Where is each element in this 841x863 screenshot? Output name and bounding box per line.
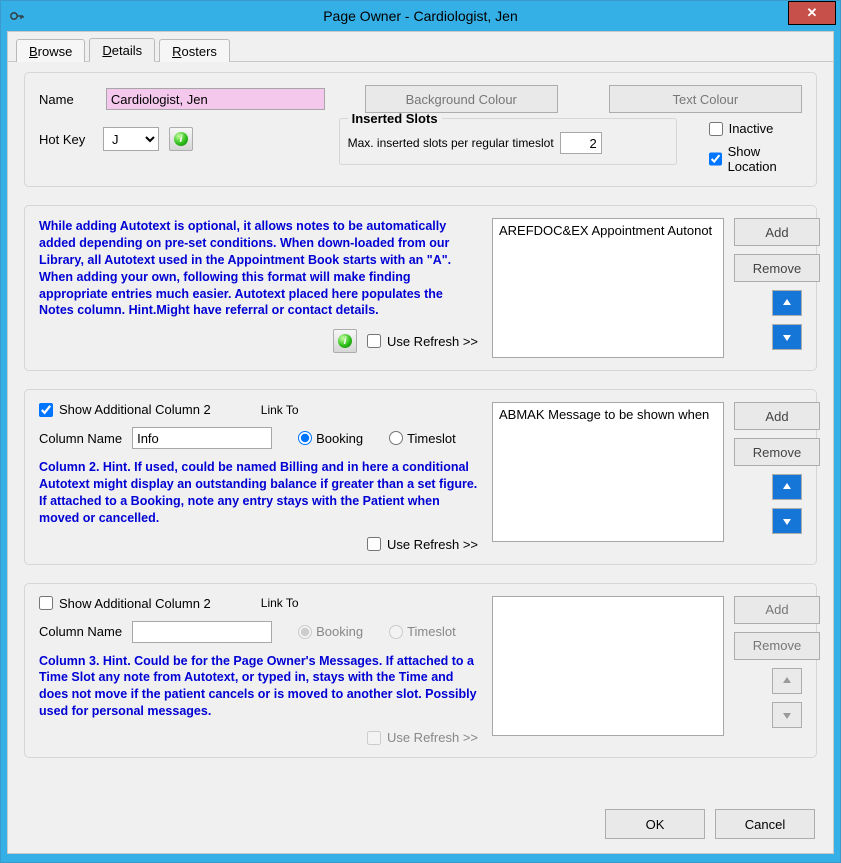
group-basic: Name Background Colour Text Colour Hot K…: [24, 72, 817, 187]
inserted-slots-text: Max. inserted slots per regular timeslot: [348, 136, 554, 150]
autotext-remove-button[interactable]: Remove: [734, 254, 820, 282]
col3-listbox[interactable]: [492, 596, 724, 736]
autotext-listbox[interactable]: AREFDOC&EX Appointment Autonot: [492, 218, 724, 358]
hotkey-info-icon[interactable]: [169, 127, 193, 151]
col2-columnname-label: Column Name: [39, 431, 122, 446]
inserted-slots-legend: Inserted Slots: [348, 111, 442, 126]
inactive-checkbox[interactable]: Inactive: [709, 121, 802, 136]
col2-move-up-button[interactable]: [772, 474, 802, 500]
background-colour-button[interactable]: Background Colour: [365, 85, 558, 113]
name-input[interactable]: [106, 88, 325, 110]
autotext-info-icon[interactable]: [333, 329, 357, 353]
title-bar: Page Owner - Cardiologist, Jen ✕: [1, 1, 840, 31]
group-column2: Show Additional Column 2 Link To Column …: [24, 389, 817, 565]
ok-button[interactable]: OK: [605, 809, 705, 839]
autotext-add-button[interactable]: Add: [734, 218, 820, 246]
col2-show-checkbox[interactable]: Show Additional Column 2: [39, 402, 211, 417]
tab-rosters[interactable]: Rosters: [159, 39, 230, 62]
window-title: Page Owner - Cardiologist, Jen: [1, 8, 840, 24]
col2-add-button[interactable]: Add: [734, 402, 820, 430]
col2-booking-radio[interactable]: Booking: [298, 431, 363, 446]
list-item[interactable]: AREFDOC&EX Appointment Autonot: [499, 223, 717, 238]
col3-move-up-button: [772, 668, 802, 694]
hotkey-label: Hot Key: [39, 132, 93, 147]
col3-columnname-label: Column Name: [39, 624, 122, 639]
group-column3: Show Additional Column 2 Link To Column …: [24, 583, 817, 759]
col2-hint: Column 2. Hint. If used, could be named …: [39, 459, 478, 527]
cancel-button[interactable]: Cancel: [715, 809, 815, 839]
tab-browse[interactable]: Browse: [16, 39, 85, 62]
inserted-slots-group: Inserted Slots Max. inserted slots per r…: [339, 111, 677, 165]
col2-timeslot-radio[interactable]: Timeslot: [389, 431, 456, 446]
close-button[interactable]: ✕: [788, 1, 836, 25]
autotext-move-up-button[interactable]: [772, 290, 802, 316]
col2-linkto-label: Link To: [261, 403, 299, 417]
col2-use-refresh-checkbox[interactable]: Use Refresh >>: [367, 537, 478, 552]
col2-listbox[interactable]: ABMAK Message to be shown when: [492, 402, 724, 542]
col3-timeslot-radio[interactable]: Timeslot: [389, 624, 456, 639]
col3-use-refresh-checkbox: Use Refresh >>: [367, 730, 478, 745]
tab-details[interactable]: Details: [89, 38, 155, 62]
text-colour-button[interactable]: Text Colour: [609, 85, 802, 113]
col2-columnname-input[interactable]: [132, 427, 272, 449]
col3-hint: Column 3. Hint. Could be for the Page Ow…: [39, 653, 478, 721]
show-location-checkbox[interactable]: Show Location: [709, 144, 802, 174]
col3-remove-button: Remove: [734, 632, 820, 660]
col3-linkto-label: Link To: [261, 596, 299, 610]
col3-columnname-input[interactable]: [132, 621, 272, 643]
hotkey-select[interactable]: J: [103, 127, 159, 151]
name-label: Name: [39, 92, 90, 107]
col3-move-down-button: [772, 702, 802, 728]
col3-add-button: Add: [734, 596, 820, 624]
col3-show-checkbox[interactable]: Show Additional Column 2: [39, 596, 211, 611]
inserted-slots-input[interactable]: [560, 132, 602, 154]
group-autotext: While adding Autotext is optional, it al…: [24, 205, 817, 371]
col2-remove-button[interactable]: Remove: [734, 438, 820, 466]
autotext-hint: While adding Autotext is optional, it al…: [39, 218, 478, 319]
tab-strip: Browse Details Rosters: [8, 32, 833, 62]
autotext-use-refresh-checkbox[interactable]: Use Refresh >>: [367, 334, 478, 349]
autotext-move-down-button[interactable]: [772, 324, 802, 350]
col3-booking-radio[interactable]: Booking: [298, 624, 363, 639]
list-item[interactable]: ABMAK Message to be shown when: [499, 407, 717, 422]
col2-move-down-button[interactable]: [772, 508, 802, 534]
